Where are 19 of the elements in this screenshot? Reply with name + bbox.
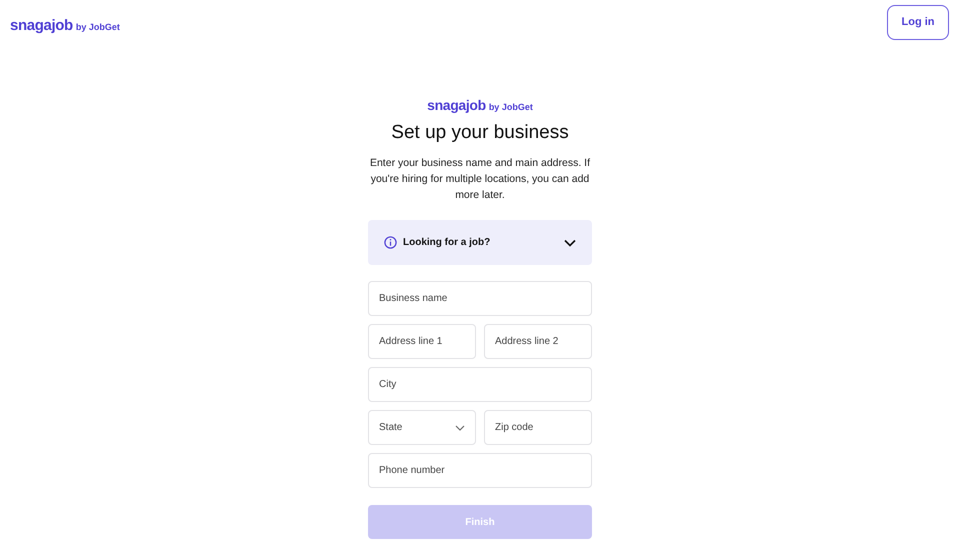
state-dropdown[interactable]: State bbox=[368, 410, 476, 445]
input-field[interactable]: Address line 1 bbox=[368, 324, 476, 359]
input-field[interactable]: Zip code bbox=[484, 410, 592, 445]
brand-logo-text: snagajob bbox=[427, 96, 486, 115]
input-field[interactable]: Phone number bbox=[368, 453, 592, 488]
input-field[interactable]: Address line 2 bbox=[484, 324, 592, 359]
info-icon bbox=[384, 236, 397, 249]
input-field[interactable]: City bbox=[368, 367, 592, 402]
accordion-label: Looking for a job? bbox=[403, 236, 492, 250]
description-text: Enter your business name and main address. If you're hiring for multiple locations, you can add more later. bbox=[368, 156, 592, 203]
brand-suffix-text: by JobGet bbox=[488, 101, 533, 114]
brand-suffix-text: by JobGet bbox=[76, 21, 120, 34]
page-title: Set up your business bbox=[391, 121, 569, 145]
brand-logo-text: snagajob bbox=[10, 16, 73, 36]
chevron-icon bbox=[455, 424, 465, 430]
login-button[interactable]: Log in bbox=[887, 5, 949, 40]
job-seeker-accordion[interactable]: Looking for a job? bbox=[368, 220, 592, 265]
input-field[interactable]: Business name bbox=[368, 281, 592, 316]
chevron-icon bbox=[564, 238, 576, 246]
